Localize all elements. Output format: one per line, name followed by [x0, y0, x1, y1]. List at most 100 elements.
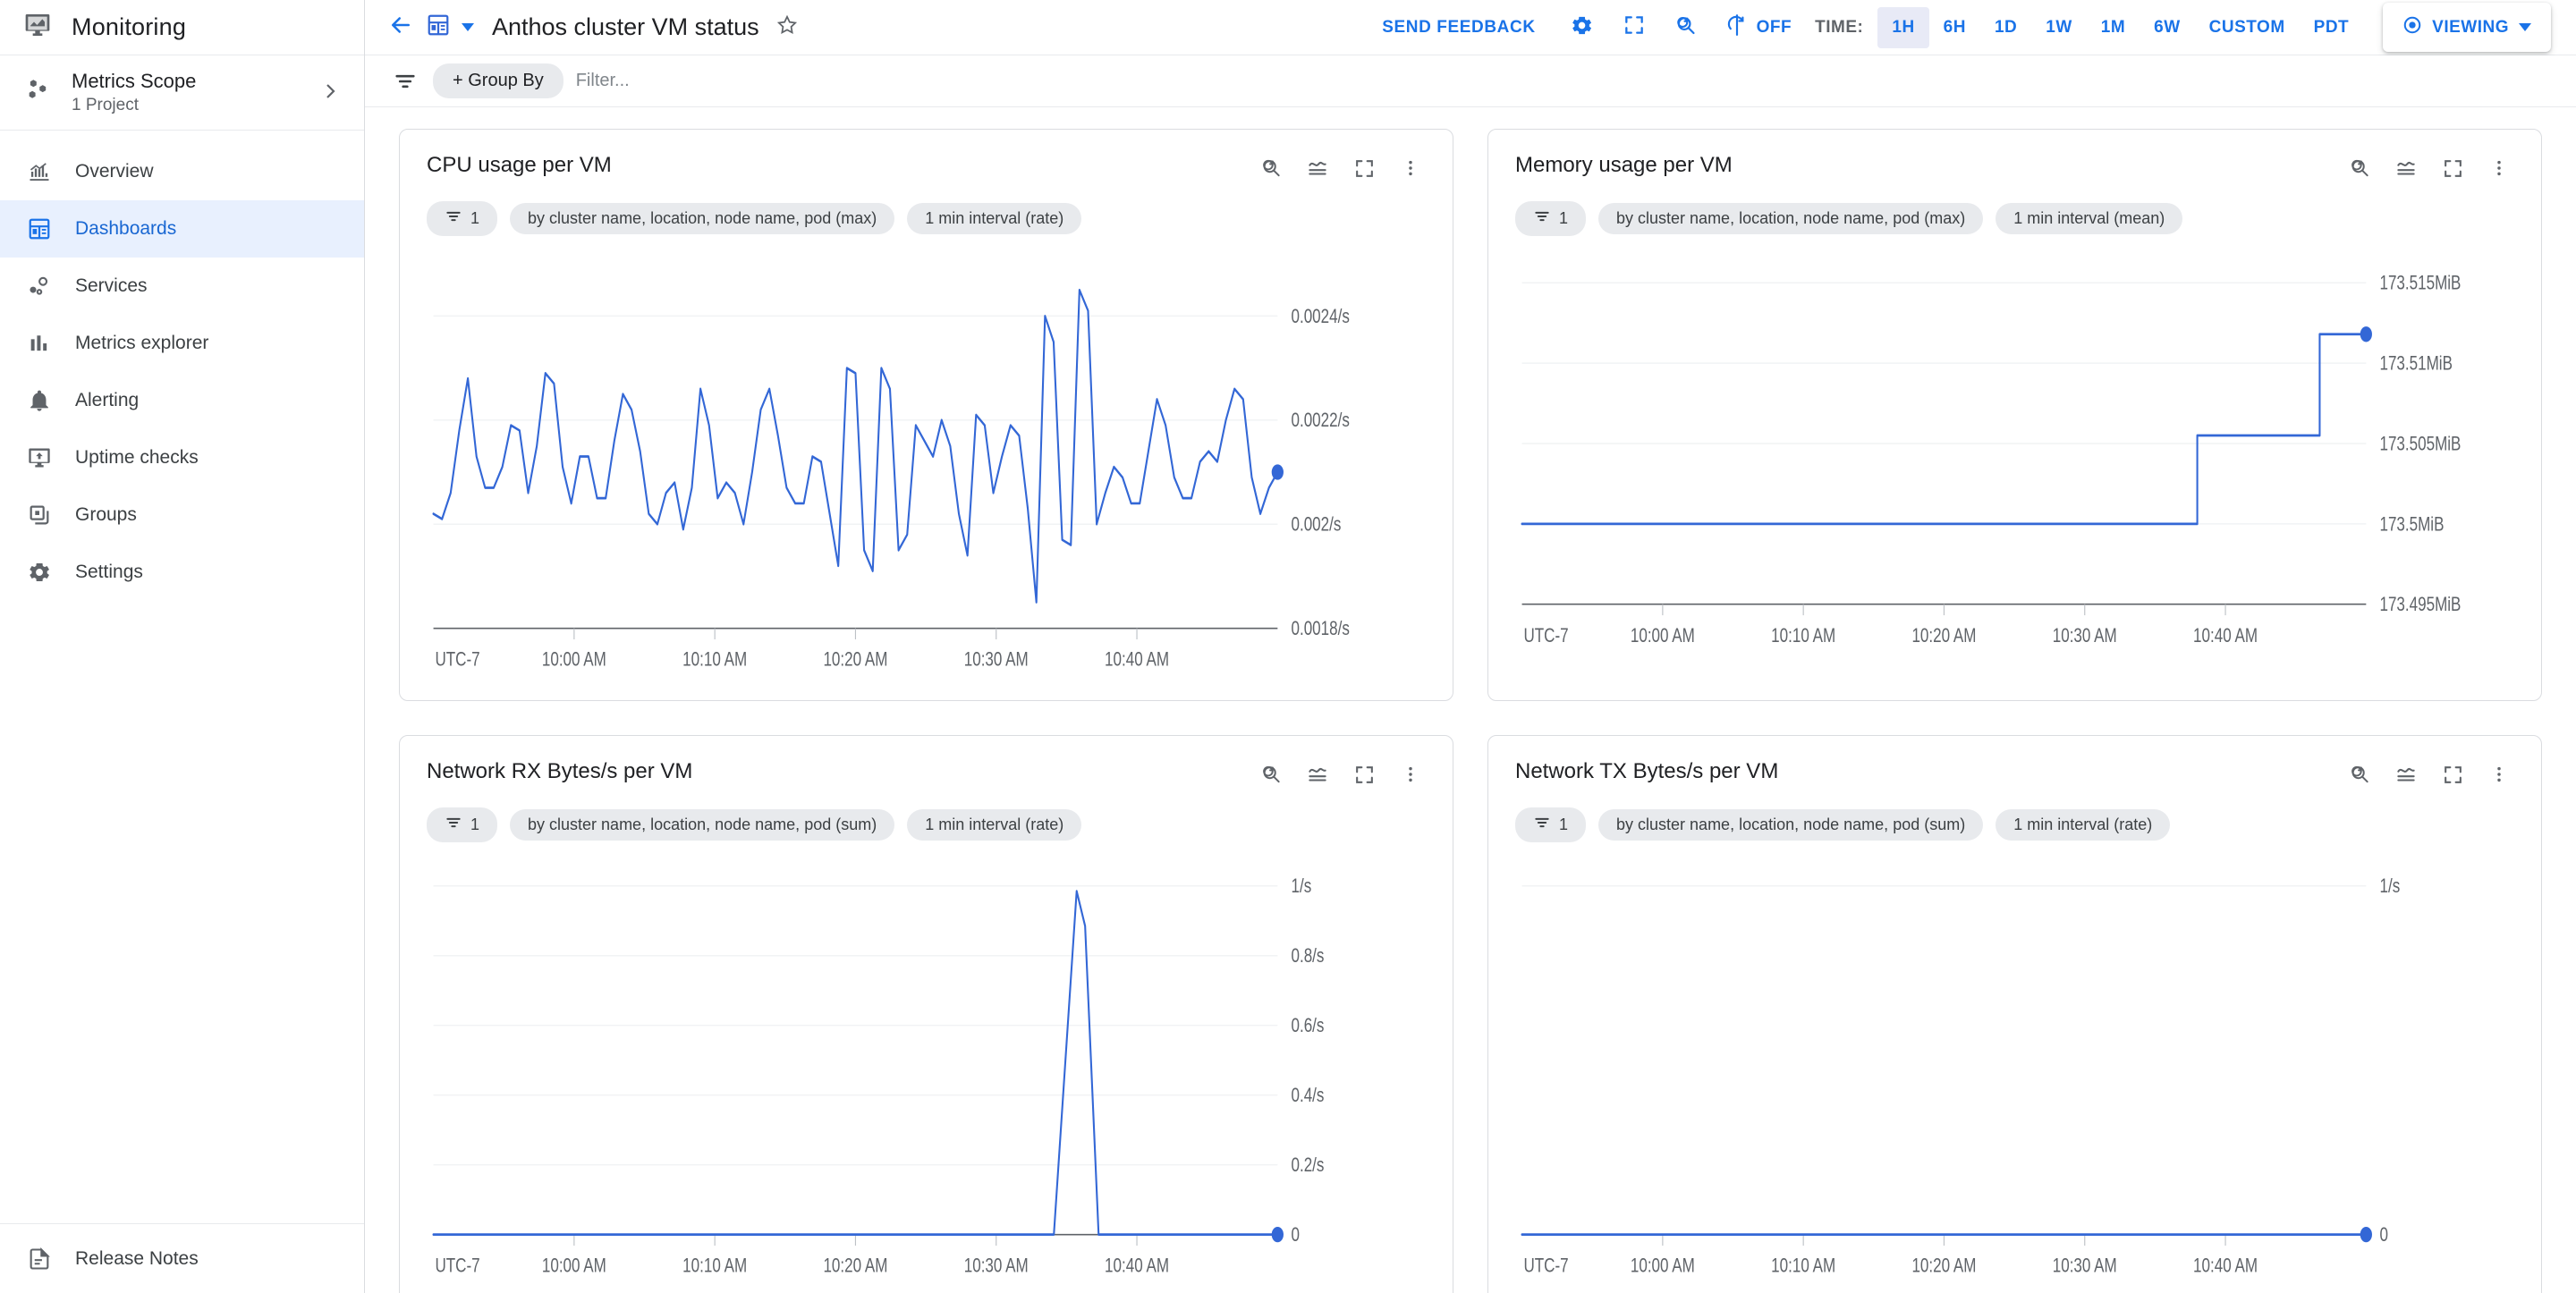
time-option-1m[interactable]: 1M — [2087, 7, 2140, 48]
page-title: Anthos cluster VM status — [492, 13, 759, 40]
chip-interval[interactable]: 1 min interval (rate) — [1996, 809, 2171, 841]
group-by-button[interactable]: + Group By — [433, 63, 564, 98]
sidebar-item-release-notes[interactable]: Release Notes — [0, 1223, 364, 1293]
chip-filter-count[interactable]: 1 — [427, 807, 498, 842]
star-outline-icon[interactable] — [775, 13, 799, 41]
sidebar-item-label: Alerting — [75, 390, 140, 410]
sidebar-item-dashboards[interactable]: Dashboards — [0, 200, 364, 258]
reset-zoom-icon[interactable] — [1256, 759, 1286, 790]
send-feedback-button[interactable]: SEND FEEDBACK — [1382, 18, 1535, 38]
reset-zoom-icon[interactable] — [2344, 153, 2375, 183]
uptime-monitor-icon — [25, 444, 54, 472]
card-title: Network TX Bytes/s per VM — [1515, 759, 1779, 783]
svg-text:0: 0 — [2379, 1224, 2387, 1247]
reset-zoom-icon[interactable] — [2344, 759, 2375, 790]
reset-zoom-button[interactable] — [1666, 8, 1706, 47]
svg-text:173.51MiB: 173.51MiB — [2379, 352, 2452, 375]
more-vert-icon[interactable] — [2484, 153, 2514, 183]
scope-texts: Metrics Scope 1 Project — [72, 70, 300, 115]
chip-interval[interactable]: 1 min interval (rate) — [907, 809, 1082, 841]
chart-plot-network-tx[interactable]: 1/s 0 10:00 AM 10:10 AM 10:20 AM 10:30 AM 10:4… — [1515, 849, 2514, 1292]
filter-list-icon — [1533, 207, 1551, 230]
svg-text:0.0018/s: 0.0018/s — [1291, 618, 1349, 640]
time-option-1w[interactable]: 1W — [2031, 7, 2087, 48]
chip-grouping[interactable]: by cluster name, location, node name, po… — [1598, 203, 1984, 234]
timezone-button[interactable]: PDT — [2300, 7, 2364, 48]
chart-legend-icon[interactable] — [2391, 759, 2421, 790]
svg-text:10:00 AM: 10:00 AM — [542, 1255, 606, 1278]
chart-plot-cpu-usage[interactable]: 0.0024/s 0.0022/s 0.002/s 0.0018/s 10:00 AM 1… — [427, 243, 1426, 686]
sidebar-item-label: Metrics explorer — [75, 333, 209, 353]
auto-refresh-toggle[interactable]: OFF — [1725, 13, 1792, 41]
svg-text:UTC-7: UTC-7 — [435, 649, 479, 672]
sidebar-item-uptime-checks[interactable]: Uptime checks — [0, 429, 364, 486]
more-vert-icon[interactable] — [1395, 759, 1426, 790]
chip-interval[interactable]: 1 min interval (mean) — [1996, 203, 2183, 234]
chip-filter-count[interactable]: 1 — [1515, 807, 1587, 842]
fullscreen-icon[interactable] — [1349, 153, 1379, 183]
sidebar-item-groups[interactable]: Groups — [0, 486, 364, 544]
back-button[interactable] — [381, 8, 420, 47]
card-actions — [1256, 153, 1426, 183]
release-notes-icon — [25, 1245, 54, 1273]
settings-button[interactable] — [1563, 8, 1602, 47]
svg-text:10:40 AM: 10:40 AM — [2193, 625, 2258, 647]
time-option-1d[interactable]: 1D — [1980, 7, 2031, 48]
more-vert-icon[interactable] — [2484, 759, 2514, 790]
fullscreen-icon[interactable] — [1349, 759, 1379, 790]
viewing-mode-button[interactable]: VIEWING — [2383, 3, 2551, 52]
chart-plot-network-rx[interactable]: 1/s 0.8/s 0.6/s 0.4/s 0.2/s 0 10:00 AM 10:10 AM… — [427, 849, 1426, 1292]
auto-refresh-state: OFF — [1756, 17, 1792, 37]
sidebar-item-label: Overview — [75, 161, 154, 182]
chip-grouping[interactable]: by cluster name, location, node name, po… — [1598, 809, 1984, 841]
metrics-scope-selector[interactable]: Metrics Scope 1 Project — [0, 55, 364, 131]
filter-input[interactable]: Filter... — [576, 71, 630, 91]
more-vert-icon[interactable] — [1395, 153, 1426, 183]
chip-grouping[interactable]: by cluster name, location, node name, po… — [510, 809, 895, 841]
time-option-custom[interactable]: CUSTOM — [2195, 7, 2300, 48]
svg-text:10:20 AM: 10:20 AM — [823, 649, 887, 672]
main-area: Anthos cluster VM status SEND FEEDBACK O… — [365, 0, 2576, 1293]
chip-interval[interactable]: 1 min interval (rate) — [907, 203, 1082, 234]
filter-list-icon[interactable] — [390, 66, 420, 97]
sidebar-item-label: Services — [75, 275, 148, 296]
chip-filter-count[interactable]: 1 — [427, 201, 498, 236]
sidebar-item-metrics-explorer[interactable]: Metrics explorer — [0, 315, 364, 372]
time-option-1h[interactable]: 1H — [1877, 6, 1929, 48]
fullscreen-icon — [1623, 13, 1646, 41]
chart-legend-icon[interactable] — [1302, 759, 1333, 790]
services-nodes-icon — [25, 272, 54, 300]
sidebar-item-overview[interactable]: Overview — [0, 143, 364, 200]
reset-zoom-icon[interactable] — [1256, 153, 1286, 183]
sidebar-item-alerting[interactable]: Alerting — [0, 372, 364, 429]
svg-text:10:10 AM: 10:10 AM — [682, 649, 747, 672]
chart-legend-icon[interactable] — [1302, 153, 1333, 183]
chip-filter-count[interactable]: 1 — [1515, 201, 1587, 236]
time-option-6h[interactable]: 6H — [1929, 7, 1980, 48]
fullscreen-button[interactable] — [1614, 8, 1654, 47]
fullscreen-icon[interactable] — [2437, 759, 2468, 790]
chart-plot-memory-usage[interactable]: 173.515MiB 173.51MiB 173.505MiB 173.5MiB 173… — [1515, 243, 2514, 686]
filter-list-icon — [445, 814, 462, 836]
card-chips: 1 by cluster name, location, node name, … — [1515, 201, 2514, 236]
chevron-down-icon[interactable] — [462, 23, 474, 31]
filter-list-icon — [1533, 814, 1551, 836]
time-option-6w[interactable]: 6W — [2140, 7, 2195, 48]
svg-text:0.2/s: 0.2/s — [1291, 1154, 1324, 1177]
chip-grouping[interactable]: by cluster name, location, node name, po… — [510, 203, 895, 234]
monitoring-chart-icon — [23, 11, 52, 44]
sidebar-item-services[interactable]: Services — [0, 258, 364, 315]
sidebar-item-label: Groups — [75, 504, 137, 525]
chart-card-network-tx: Network TX Bytes/s per VM 1 by cluster n… — [1487, 735, 2542, 1293]
svg-text:0: 0 — [1291, 1224, 1299, 1247]
svg-text:10:10 AM: 10:10 AM — [682, 1255, 747, 1278]
svg-text:10:00 AM: 10:00 AM — [542, 649, 606, 672]
svg-text:10:40 AM: 10:40 AM — [1105, 1255, 1169, 1278]
fullscreen-icon[interactable] — [2437, 153, 2468, 183]
sidebar-item-settings[interactable]: Settings — [0, 544, 364, 601]
chart-legend-icon[interactable] — [2391, 153, 2421, 183]
eye-icon — [2402, 15, 2422, 39]
svg-text:10:30 AM: 10:30 AM — [2053, 1255, 2117, 1278]
scope-title: Metrics Scope — [72, 70, 197, 92]
dashboard-grid-icon[interactable] — [426, 13, 451, 42]
